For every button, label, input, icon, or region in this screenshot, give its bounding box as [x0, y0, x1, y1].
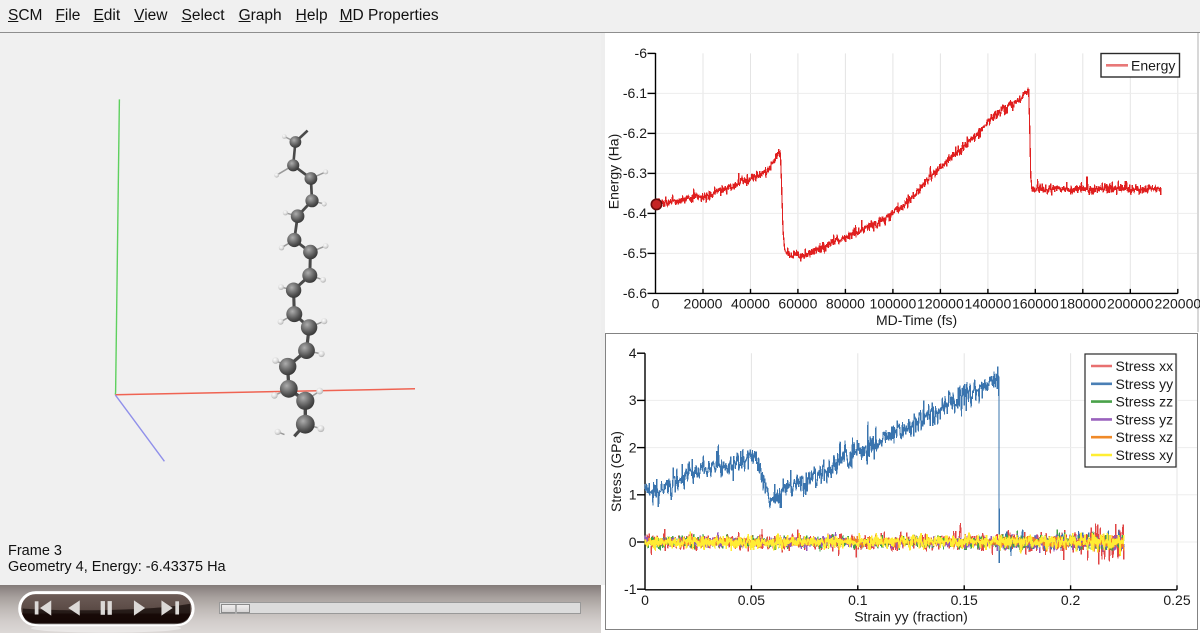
svg-text:Energy: Energy — [1131, 57, 1175, 73]
svg-text:40000: 40000 — [731, 296, 770, 312]
svg-text:-6.1: -6.1 — [623, 85, 647, 101]
svg-text:-6.6: -6.6 — [623, 285, 647, 301]
svg-text:120000: 120000 — [917, 296, 964, 312]
svg-text:Energy (Ha): Energy (Ha) — [606, 134, 622, 209]
svg-text:100000: 100000 — [870, 296, 917, 312]
svg-text:-6.2: -6.2 — [623, 125, 647, 141]
svg-text:160000: 160000 — [1012, 296, 1059, 312]
svg-text:0: 0 — [652, 296, 660, 312]
svg-text:80000: 80000 — [826, 296, 865, 312]
svg-text:MD-Time (fs): MD-Time (fs) — [876, 312, 957, 328]
svg-text:-6.4: -6.4 — [623, 205, 647, 221]
svg-text:200000: 200000 — [1107, 296, 1154, 312]
svg-text:-6.5: -6.5 — [623, 245, 647, 261]
svg-text:140000: 140000 — [965, 296, 1012, 312]
svg-text:-6: -6 — [635, 45, 648, 61]
svg-text:20000: 20000 — [684, 296, 723, 312]
svg-text:220000: 220000 — [1154, 296, 1200, 312]
svg-text:60000: 60000 — [778, 296, 817, 312]
svg-text:-6.3: -6.3 — [623, 165, 647, 181]
svg-text:180000: 180000 — [1059, 296, 1106, 312]
